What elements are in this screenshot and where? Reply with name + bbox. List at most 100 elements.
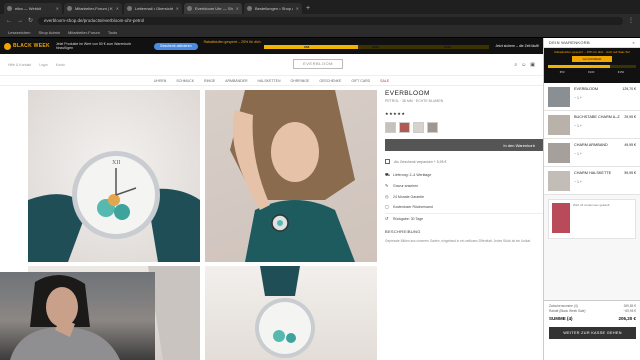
black-week-bar: BLACK WEEK Jetzt Produkte im Wert von 50…	[0, 38, 543, 54]
cart-item-image[interactable]	[548, 115, 570, 135]
description-text: Gepresste Blüten aus unserem Garten, ein…	[385, 238, 531, 243]
menu-item[interactable]: SCHMUCK	[176, 79, 194, 83]
bookmark-item[interactable]: Shop Admin	[38, 30, 60, 35]
quantity-stepper[interactable]: − 1 +	[574, 152, 620, 156]
tier-label: €50	[559, 70, 565, 74]
product-title: EVERBLOOM	[385, 90, 430, 97]
black-week-logo: BLACK WEEK	[4, 42, 50, 50]
cart-item-name[interactable]: CHARM HALSKETTE	[574, 171, 620, 175]
main-menu: UHREN SCHMUCK RINGE ARMBÄNDER HALSKETTEN…	[0, 76, 543, 86]
bag-icon[interactable]: ▣	[530, 62, 535, 68]
feature-item: ⛟ Lieferung: 2–4 Werktage	[385, 170, 543, 181]
cart-drawer: DEIN WARENKORB × Rabattstufen gesperrt –…	[543, 38, 640, 360]
bookmark-item[interactable]: Tools	[108, 30, 117, 35]
checkout-button[interactable]: WEITER ZUR KASSE GEHEN	[549, 327, 636, 339]
brand-logo[interactable]: EVERBLOOM	[293, 59, 343, 69]
browser-tab[interactable]: Bestellungen • Shop Admin✕	[244, 3, 302, 14]
menu-item[interactable]: GESCHENKE	[319, 79, 341, 83]
product-image-model[interactable]	[205, 90, 377, 262]
menu-icon[interactable]: ⋮	[628, 17, 634, 24]
back-icon[interactable]: ←	[6, 18, 12, 24]
tier-marker: €50	[304, 45, 310, 49]
feature-item: ✎ Gravur ansehen	[385, 181, 543, 192]
url-field[interactable]: everbloom-shop.de/products/everbloom-uhr…	[38, 16, 623, 25]
gift-activate-button[interactable]: Geschenk aktivieren	[153, 42, 198, 50]
cart-title: DEIN WARENKORB	[549, 40, 590, 45]
browser-tab[interactable]: elba — Webkit ✕	[4, 3, 62, 14]
webcam-person-illustration	[10, 274, 120, 360]
site-header: Hilfe & Kontakt Login Konto EVERBLOOM ⌕ …	[0, 54, 543, 76]
close-tab-icon[interactable]: ✕	[236, 6, 239, 11]
tier-marker: €150	[444, 45, 451, 49]
cart-promo: Rabattstufen gesperrt – 25% für dich · J…	[544, 48, 640, 83]
forward-icon[interactable]: →	[17, 18, 23, 24]
quantity-stepper[interactable]: − 1 +	[574, 180, 620, 184]
user-icon[interactable]: ☺	[521, 62, 526, 68]
menu-item[interactable]: ARMBÄNDER	[225, 79, 247, 83]
cart-tier-labels: €50 €100 €150	[548, 70, 636, 74]
menu-item[interactable]: RINGE	[204, 79, 215, 83]
gift-checkbox[interactable]	[385, 159, 390, 164]
browser-tab[interactable]: Mitarbeiter-Forum | Kundendienst✕	[64, 3, 122, 14]
product-image-watch[interactable]: XII	[28, 90, 200, 262]
cart-item: CHARM ARMBAND − 1 + 49,95 €	[544, 139, 640, 167]
cart-item-details: CHARM HALSKETTE − 1 +	[574, 171, 620, 190]
cart-item: CHARM HALSKETTE − 1 + 59,95 €	[544, 167, 640, 195]
favicon-icon	[67, 6, 72, 11]
add-to-cart-button[interactable]: In den Warenkorb	[385, 139, 543, 151]
reload-icon[interactable]: ↻	[28, 17, 33, 24]
favicon-icon	[187, 6, 192, 11]
cart-sum: SUMME (4) 206,20 €	[549, 316, 636, 321]
product-image-strap[interactable]	[205, 266, 377, 360]
close-tab-icon[interactable]: ✕	[56, 6, 59, 11]
header-link[interactable]: Konto	[56, 63, 65, 67]
cart-header: DEIN WARENKORB ×	[544, 38, 640, 48]
model-illustration	[230, 90, 355, 262]
webcam-overlay	[0, 272, 155, 360]
close-tab-icon[interactable]: ✕	[176, 6, 179, 11]
header-link[interactable]: Login	[39, 63, 48, 67]
new-tab-button[interactable]: +	[306, 3, 310, 14]
search-icon[interactable]: ⌕	[514, 62, 517, 68]
menu-item[interactable]: OHRRINGE	[290, 79, 309, 83]
address-bar-row: ← → ↻ everbloom-shop.de/products/everblo…	[0, 14, 640, 27]
tier-label: Rabattstufen gesperrt – 25% für dich	[203, 40, 261, 44]
browser-tab[interactable]: Lettermail • Übersicht ✕	[124, 3, 182, 14]
gift-option[interactable]: Als Geschenk verpacken + 5,95 €	[385, 159, 543, 164]
tier-progress-fill	[263, 45, 359, 49]
menu-item-sale[interactable]: SALE	[380, 79, 389, 83]
upsell-card[interactable]: Wird oft zusammen gekauft	[548, 199, 636, 239]
product-subtitle: PETROL · 38 MM · ECHTE BLUMEN	[385, 99, 444, 103]
logo-badge-icon	[4, 42, 11, 50]
quantity-stepper[interactable]: − 1 +	[574, 96, 618, 100]
bookmark-item[interactable]: Lesezeichen	[8, 30, 30, 35]
description-heading: BESCHREIBUNG	[385, 228, 421, 234]
cart-item-image[interactable]	[548, 171, 570, 191]
bookmarks-bar: Lesezeichen Shop Admin Mitarbeiter-Forum…	[0, 27, 640, 37]
variant-thumbnail[interactable]	[399, 122, 410, 133]
variant-thumbnail[interactable]	[427, 122, 438, 133]
tier-label: €100	[588, 70, 595, 74]
browser-tab-active[interactable]: Everbloom Uhr — Shop✕	[184, 3, 242, 14]
quantity-stepper[interactable]: − 1 +	[574, 124, 620, 128]
bookmark-item[interactable]: Mitarbeiter-Forum	[68, 30, 100, 35]
upsell-image[interactable]	[552, 203, 570, 233]
cart-item-image[interactable]	[548, 87, 570, 107]
close-tab-icon[interactable]: ✕	[296, 6, 299, 11]
rating-stars[interactable]: ★★★★★	[385, 111, 543, 116]
tab-bar: elba — Webkit✕ Mitarbeiter-Forum | Kunde…	[0, 0, 640, 14]
close-icon[interactable]: ×	[632, 40, 635, 45]
cart-item-name[interactable]: BUCHSTABE CHARM A–Z	[574, 115, 620, 119]
cart-item-image[interactable]	[548, 143, 570, 163]
header-link[interactable]: Hilfe & Kontakt	[8, 63, 31, 67]
menu-item[interactable]: HALSKETTEN	[258, 79, 281, 83]
menu-item[interactable]: UHREN	[154, 79, 166, 83]
close-tab-icon[interactable]: ✕	[116, 6, 119, 11]
cart-item-name[interactable]: EVERBLOOM	[574, 87, 618, 91]
cart-item-name[interactable]: CHARM ARMBAND	[574, 143, 620, 147]
svg-text:XII: XII	[112, 160, 120, 166]
wheel-button[interactable]: GLÜCKSRAD	[572, 56, 612, 62]
variant-thumbnail[interactable]	[413, 122, 424, 133]
variant-thumbnail[interactable]	[385, 122, 396, 133]
menu-item[interactable]: GIFT CARD	[351, 79, 370, 83]
